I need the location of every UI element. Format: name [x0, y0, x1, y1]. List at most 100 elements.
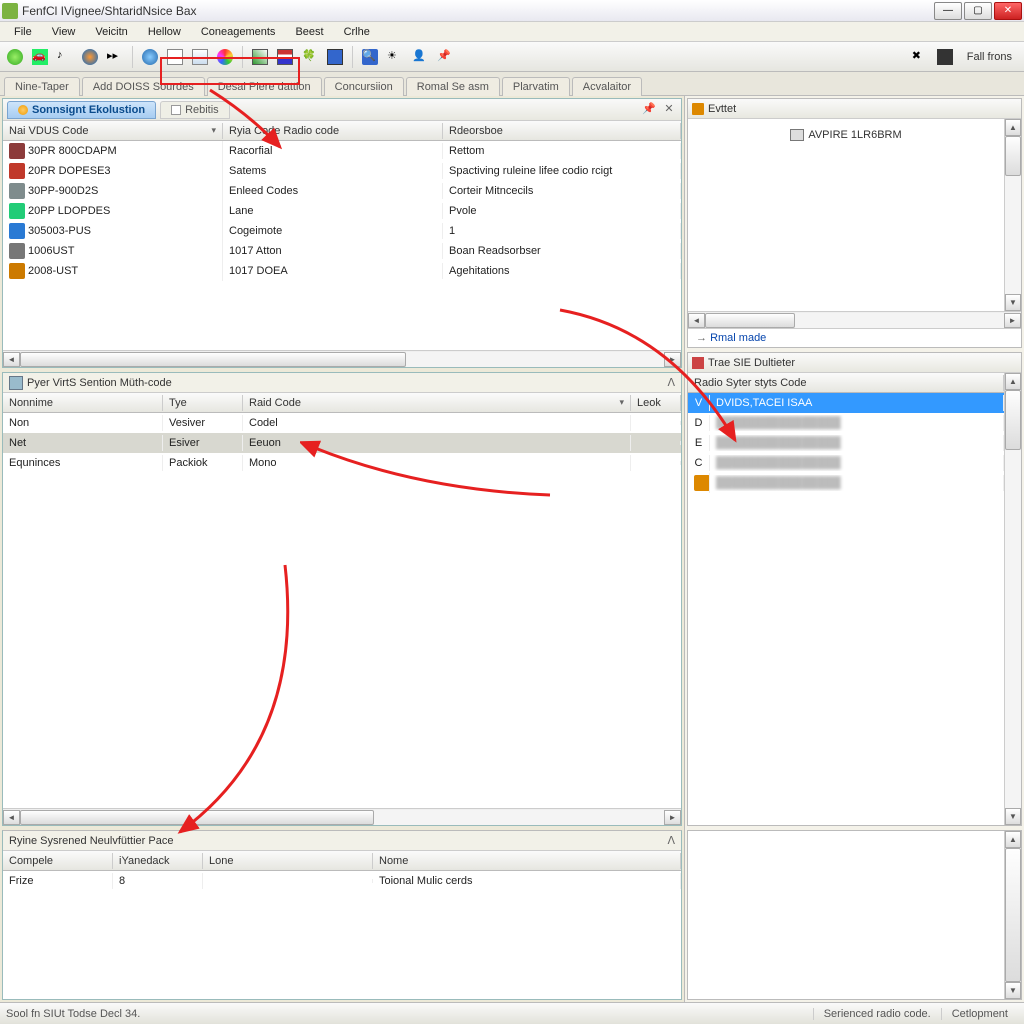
- scroll-up-icon[interactable]: ▲: [1005, 831, 1021, 848]
- bottom-grid[interactable]: Compele iYanedack Lone Nome Frize8Toiona…: [3, 851, 681, 999]
- right-top-hscroll[interactable]: ◄ ►: [688, 311, 1021, 328]
- bot-col-2[interactable]: Lone: [203, 853, 373, 869]
- scroll-thumb[interactable]: [20, 810, 374, 825]
- mid-hscroll[interactable]: ◄ ►: [3, 808, 681, 825]
- tab-concursiion[interactable]: Concursiion: [324, 77, 404, 96]
- tab-desal-plere[interactable]: Desal Plere dattion: [207, 77, 322, 96]
- scroll-left-icon[interactable]: ◄: [3, 810, 20, 825]
- scroll-thumb[interactable]: [705, 313, 795, 328]
- scroll-thumb[interactable]: [1005, 136, 1021, 176]
- scroll-down-icon[interactable]: ▼: [1005, 808, 1021, 825]
- toolbar: 🚗 ♪ ▸▸ 🍀 🔍 ☀ 👤 📌 ✖ Fall frons: [0, 42, 1024, 72]
- maximize-button[interactable]: ▢: [964, 2, 992, 20]
- mid-col-1[interactable]: Tye: [163, 395, 243, 411]
- table-row[interactable]: 305003-PUSCogeimote1: [3, 221, 681, 241]
- pin-icon[interactable]: 📌: [434, 46, 456, 68]
- bot-col-1[interactable]: iYanedack: [113, 853, 203, 869]
- right-mid-header[interactable]: Radio Syter styts Code: [688, 375, 1004, 391]
- scroll-down-icon[interactable]: ▼: [1005, 294, 1021, 311]
- scroll-right-icon[interactable]: ►: [1004, 313, 1021, 328]
- monitor-icon[interactable]: [324, 46, 346, 68]
- right-top-vscroll[interactable]: ▲ ▼: [1004, 119, 1021, 311]
- toolbar-text-button[interactable]: Fall frons: [959, 49, 1020, 65]
- list-item[interactable]: VDVIDS,TACEI ISAA: [688, 393, 1004, 413]
- menu-view[interactable]: View: [42, 24, 86, 40]
- list-item[interactable]: C████████████████: [688, 453, 1004, 473]
- table-row[interactable]: NonVesiverCodel: [3, 413, 681, 433]
- tab-add-doiss[interactable]: Add DOISS Sourdes: [82, 77, 205, 96]
- play-icon[interactable]: ▸▸: [104, 46, 126, 68]
- sun-icon[interactable]: ☀: [384, 46, 406, 68]
- music-icon[interactable]: ♪: [54, 46, 76, 68]
- minimize-button[interactable]: —: [934, 2, 962, 20]
- top-col-0[interactable]: Nai VDUS Code▾: [3, 123, 223, 139]
- top-grid[interactable]: Nai VDUS Code▾ Ryia Code Radio code Rdeo…: [3, 121, 681, 350]
- mid-col-3[interactable]: Leok: [631, 395, 681, 411]
- car-icon[interactable]: 🚗: [29, 46, 51, 68]
- tab-plarvatim[interactable]: Plarvatim: [502, 77, 570, 96]
- browser-icon[interactable]: [79, 46, 101, 68]
- dark-square-icon[interactable]: [934, 46, 956, 68]
- table-row[interactable]: Frize8Toional Mulic cerds: [3, 871, 681, 891]
- palette-icon[interactable]: [214, 46, 236, 68]
- leaf-icon[interactable]: 🍀: [299, 46, 321, 68]
- scroll-down-icon[interactable]: ▼: [1005, 982, 1021, 999]
- menu-file[interactable]: File: [4, 24, 42, 40]
- close-button[interactable]: ✕: [994, 2, 1022, 20]
- list-item[interactable]: D████████████████: [688, 413, 1004, 433]
- top-col-1[interactable]: Ryia Code Radio code: [223, 123, 443, 139]
- table-row[interactable]: 20PR DOPESE3SatemsSpactiving ruleine lif…: [3, 161, 681, 181]
- chevron-up-icon[interactable]: ᐱ: [667, 834, 675, 847]
- menu-crlhe[interactable]: Crlhe: [334, 24, 380, 40]
- image-icon[interactable]: [189, 46, 211, 68]
- tab-acvalaitor[interactable]: Acvalaitor: [572, 77, 642, 96]
- menu-coneagements[interactable]: Coneagements: [191, 24, 286, 40]
- refresh-icon[interactable]: [4, 46, 26, 68]
- scroll-left-icon[interactable]: ◄: [3, 352, 20, 367]
- table-row[interactable]: 30PR 800CDAPMRacorfialRettom: [3, 141, 681, 161]
- panel-close-icon[interactable]: ✕: [661, 102, 677, 118]
- mid-grid[interactable]: Nonnime Tye Raid Code▾ Leok NonVesiverCo…: [3, 393, 681, 808]
- mid-col-0[interactable]: Nonnime: [3, 395, 163, 411]
- search-icon[interactable]: 🔍: [359, 46, 381, 68]
- scroll-thumb[interactable]: [1005, 390, 1021, 450]
- scroll-up-icon[interactable]: ▲: [1005, 373, 1021, 390]
- scroll-up-icon[interactable]: ▲: [1005, 119, 1021, 136]
- scroll-right-icon[interactable]: ►: [664, 352, 681, 367]
- table-row[interactable]: 2008-UST1017 DOEAAgehitations: [3, 261, 681, 281]
- table-row[interactable]: 30PP-900D2SEnleed CodesCorteir Mitncecil…: [3, 181, 681, 201]
- list-item[interactable]: E████████████████: [688, 433, 1004, 453]
- menu-veicitn[interactable]: Veicitn: [85, 24, 137, 40]
- tab-nine-taper[interactable]: Nine-Taper: [4, 77, 80, 96]
- table-row[interactable]: NetEsiverEeuon: [3, 433, 681, 453]
- flag-icon[interactable]: [274, 46, 296, 68]
- scroll-thumb[interactable]: [20, 352, 406, 367]
- close-x-icon[interactable]: ✖: [909, 46, 931, 68]
- scroll-left-icon[interactable]: ◄: [688, 313, 705, 328]
- chevron-up-icon[interactable]: ᐱ: [667, 376, 675, 389]
- top-hscroll[interactable]: ◄ ►: [3, 350, 681, 367]
- list-item[interactable]: ████████████████: [688, 473, 1004, 493]
- menu-hellow[interactable]: Hellow: [138, 24, 191, 40]
- top-col-2[interactable]: Rdeorsboe: [443, 123, 681, 139]
- mid-col-2[interactable]: Raid Code▾: [243, 395, 631, 411]
- chart-icon[interactable]: [249, 46, 271, 68]
- scroll-right-icon[interactable]: ►: [664, 810, 681, 825]
- top-panel-tab-active[interactable]: Sonnsignt Ekolustion: [7, 101, 156, 119]
- user-icon[interactable]: 👤: [409, 46, 431, 68]
- right-mid-vscroll[interactable]: ▲ ▼: [1004, 373, 1021, 825]
- table-row[interactable]: 20PP LDOPDESLanePvole: [3, 201, 681, 221]
- table-row[interactable]: 1006UST1017 AttonBoan Readsorbser: [3, 241, 681, 261]
- bot-col-3[interactable]: Nome: [373, 853, 681, 869]
- globe-icon[interactable]: [139, 46, 161, 68]
- scroll-thumb[interactable]: [1005, 848, 1021, 982]
- tab-romal[interactable]: Romal Se asm: [406, 77, 500, 96]
- right-top-link[interactable]: Rmal made: [710, 332, 766, 344]
- panel-pin-icon[interactable]: 📌: [641, 102, 657, 118]
- top-panel-tab-inactive[interactable]: Rebitis: [160, 101, 230, 119]
- bot-col-0[interactable]: Compele: [3, 853, 113, 869]
- table-row[interactable]: EqunincesPackiokMono: [3, 453, 681, 473]
- right-bottom-vscroll[interactable]: ▲ ▼: [1004, 831, 1021, 999]
- document-icon[interactable]: [164, 46, 186, 68]
- menu-beest[interactable]: Beest: [285, 24, 333, 40]
